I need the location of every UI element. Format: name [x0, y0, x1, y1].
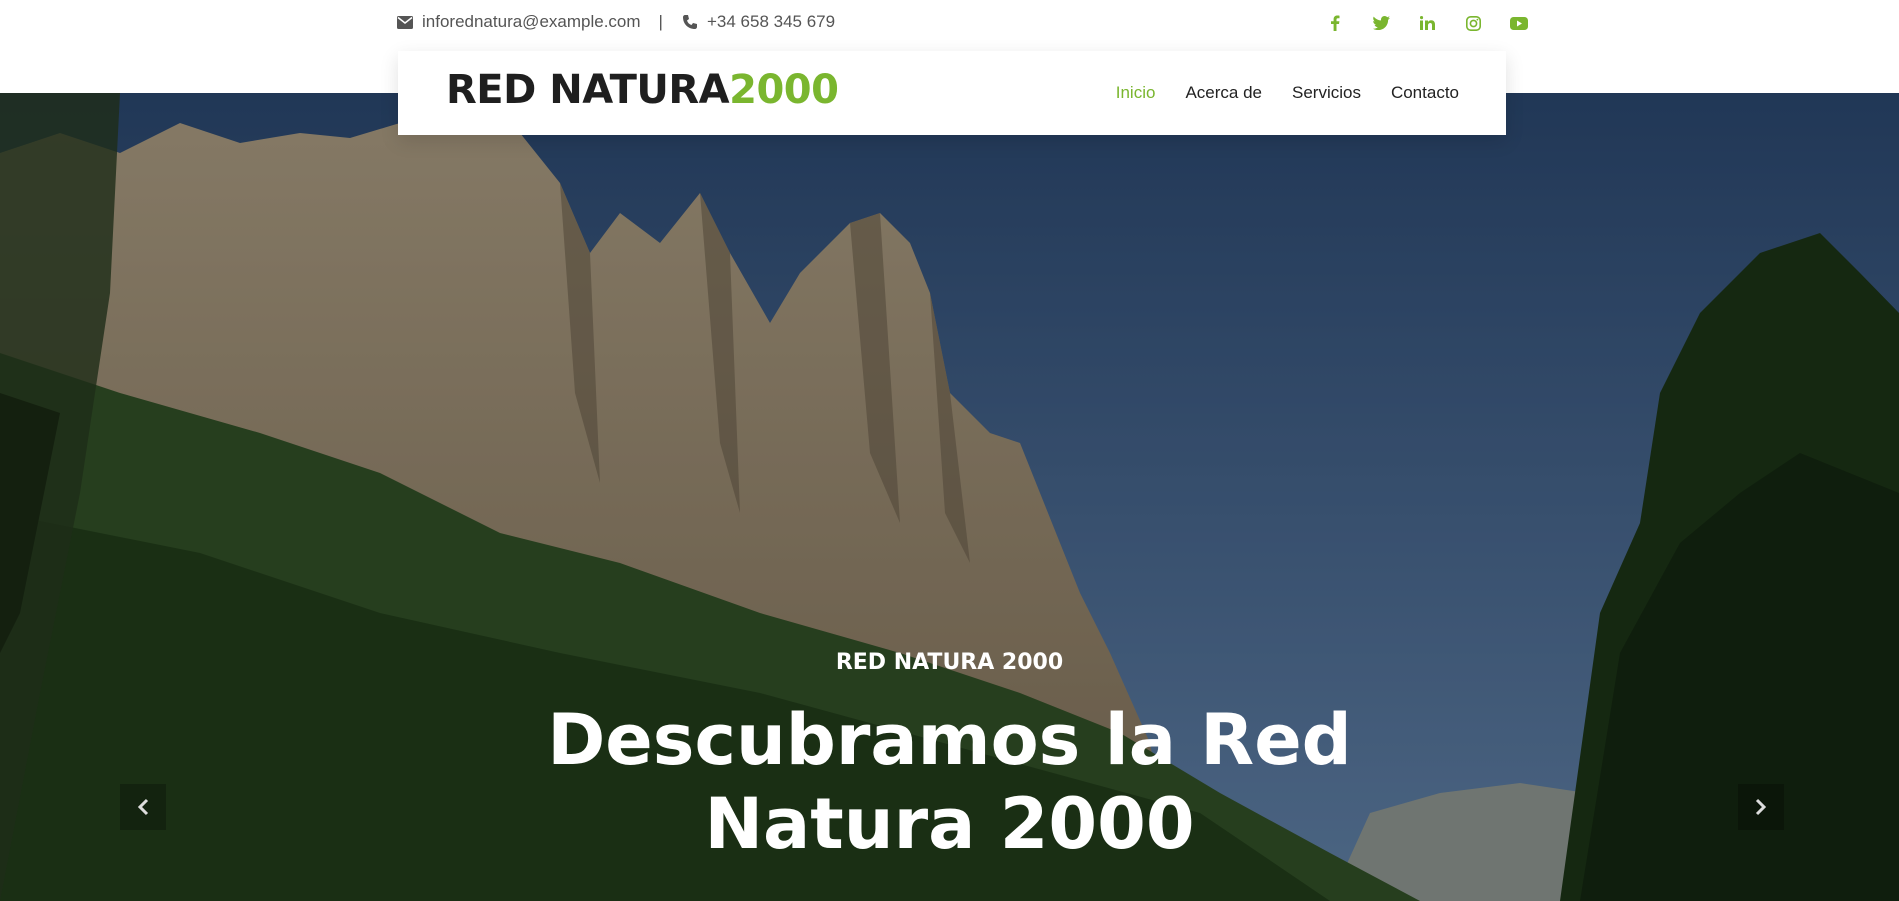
contact-info: inforednatura@example.com | +34 658 345 … [396, 12, 835, 32]
nav-menu: Inicio Acerca de Servicios Contacto [1086, 83, 1459, 103]
twitter-icon[interactable] [1370, 12, 1392, 34]
hero-eyebrow: RED NATURA 2000 [835, 650, 1064, 675]
phone-link[interactable]: +34 658 345 679 [707, 12, 835, 32]
main-navbar: RED NATURA2000 Inicio Acerca de Servicio… [398, 51, 1506, 135]
hero-carousel: RED NATURA 2000 Descubramos la Red Natur… [0, 93, 1899, 901]
envelope-icon [396, 13, 414, 31]
linkedin-icon[interactable] [1416, 12, 1438, 34]
separator: | [658, 12, 663, 31]
hero-headline: Descubramos la Red Natura 2000 [0, 698, 1899, 866]
facebook-icon[interactable] [1324, 12, 1346, 34]
nav-item-contacto[interactable]: Contacto [1391, 83, 1459, 103]
email-link[interactable]: inforednatura@example.com [422, 12, 641, 32]
chevron-left-icon [137, 798, 149, 816]
hero-headline-line1: Descubramos la Red [547, 699, 1352, 781]
youtube-icon[interactable] [1508, 12, 1530, 34]
nav-item-acerca-de[interactable]: Acerca de [1185, 83, 1262, 103]
carousel-prev-button[interactable] [120, 784, 166, 830]
phone-icon [681, 13, 699, 31]
nav-item-inicio[interactable]: Inicio [1116, 83, 1156, 103]
chevron-right-icon [1755, 798, 1767, 816]
nav-item-servicios[interactable]: Servicios [1292, 83, 1361, 103]
logo-text-2000: 2000 [729, 67, 839, 113]
carousel-next-button[interactable] [1738, 784, 1784, 830]
site-logo[interactable]: RED NATURA2000 [446, 67, 839, 113]
instagram-icon[interactable] [1462, 12, 1484, 34]
logo-text-red-natura: RED NATURA [446, 67, 730, 113]
hero-headline-line2: Natura 2000 [704, 783, 1195, 865]
social-links [1300, 12, 1530, 34]
